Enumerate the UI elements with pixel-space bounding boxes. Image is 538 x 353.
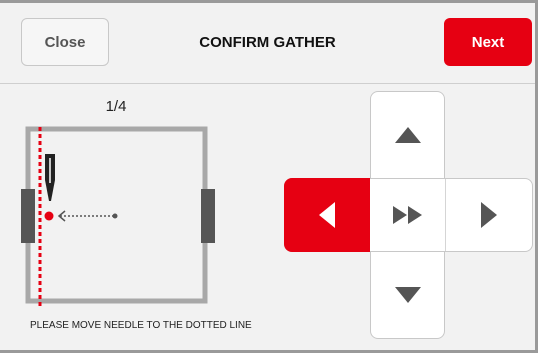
triangle-down-icon [394,287,421,303]
close-button[interactable]: Close [21,18,109,66]
gather-diagram-svg [21,126,215,307]
needle-icon [45,154,55,201]
app-frame: Close CONFIRM GATHER Next 1/4 PLEASE MOV… [0,0,538,353]
step-indicator: 1/4 [105,98,127,115]
left-clamp [21,189,35,243]
needle-position-dot [44,211,54,221]
fast-forward-button[interactable] [371,179,444,251]
move-left-button[interactable] [284,178,370,252]
next-button[interactable]: Next [444,18,532,66]
header-bar: Close CONFIRM GATHER Next [0,3,535,84]
fast-forward-icon [392,206,422,224]
triangle-left-icon [319,202,335,228]
move-direction-arrow [57,210,118,222]
move-right-button[interactable] [445,179,532,251]
instruction-text: PLEASE MOVE NEEDLE TO THE DOTTED LINE [30,320,252,331]
triangle-right-icon [480,202,497,228]
gather-diagram [18,121,223,311]
right-clamp [201,189,215,243]
move-down-button[interactable] [371,252,444,338]
move-up-button[interactable] [371,92,444,178]
triangle-up-icon [394,127,421,143]
